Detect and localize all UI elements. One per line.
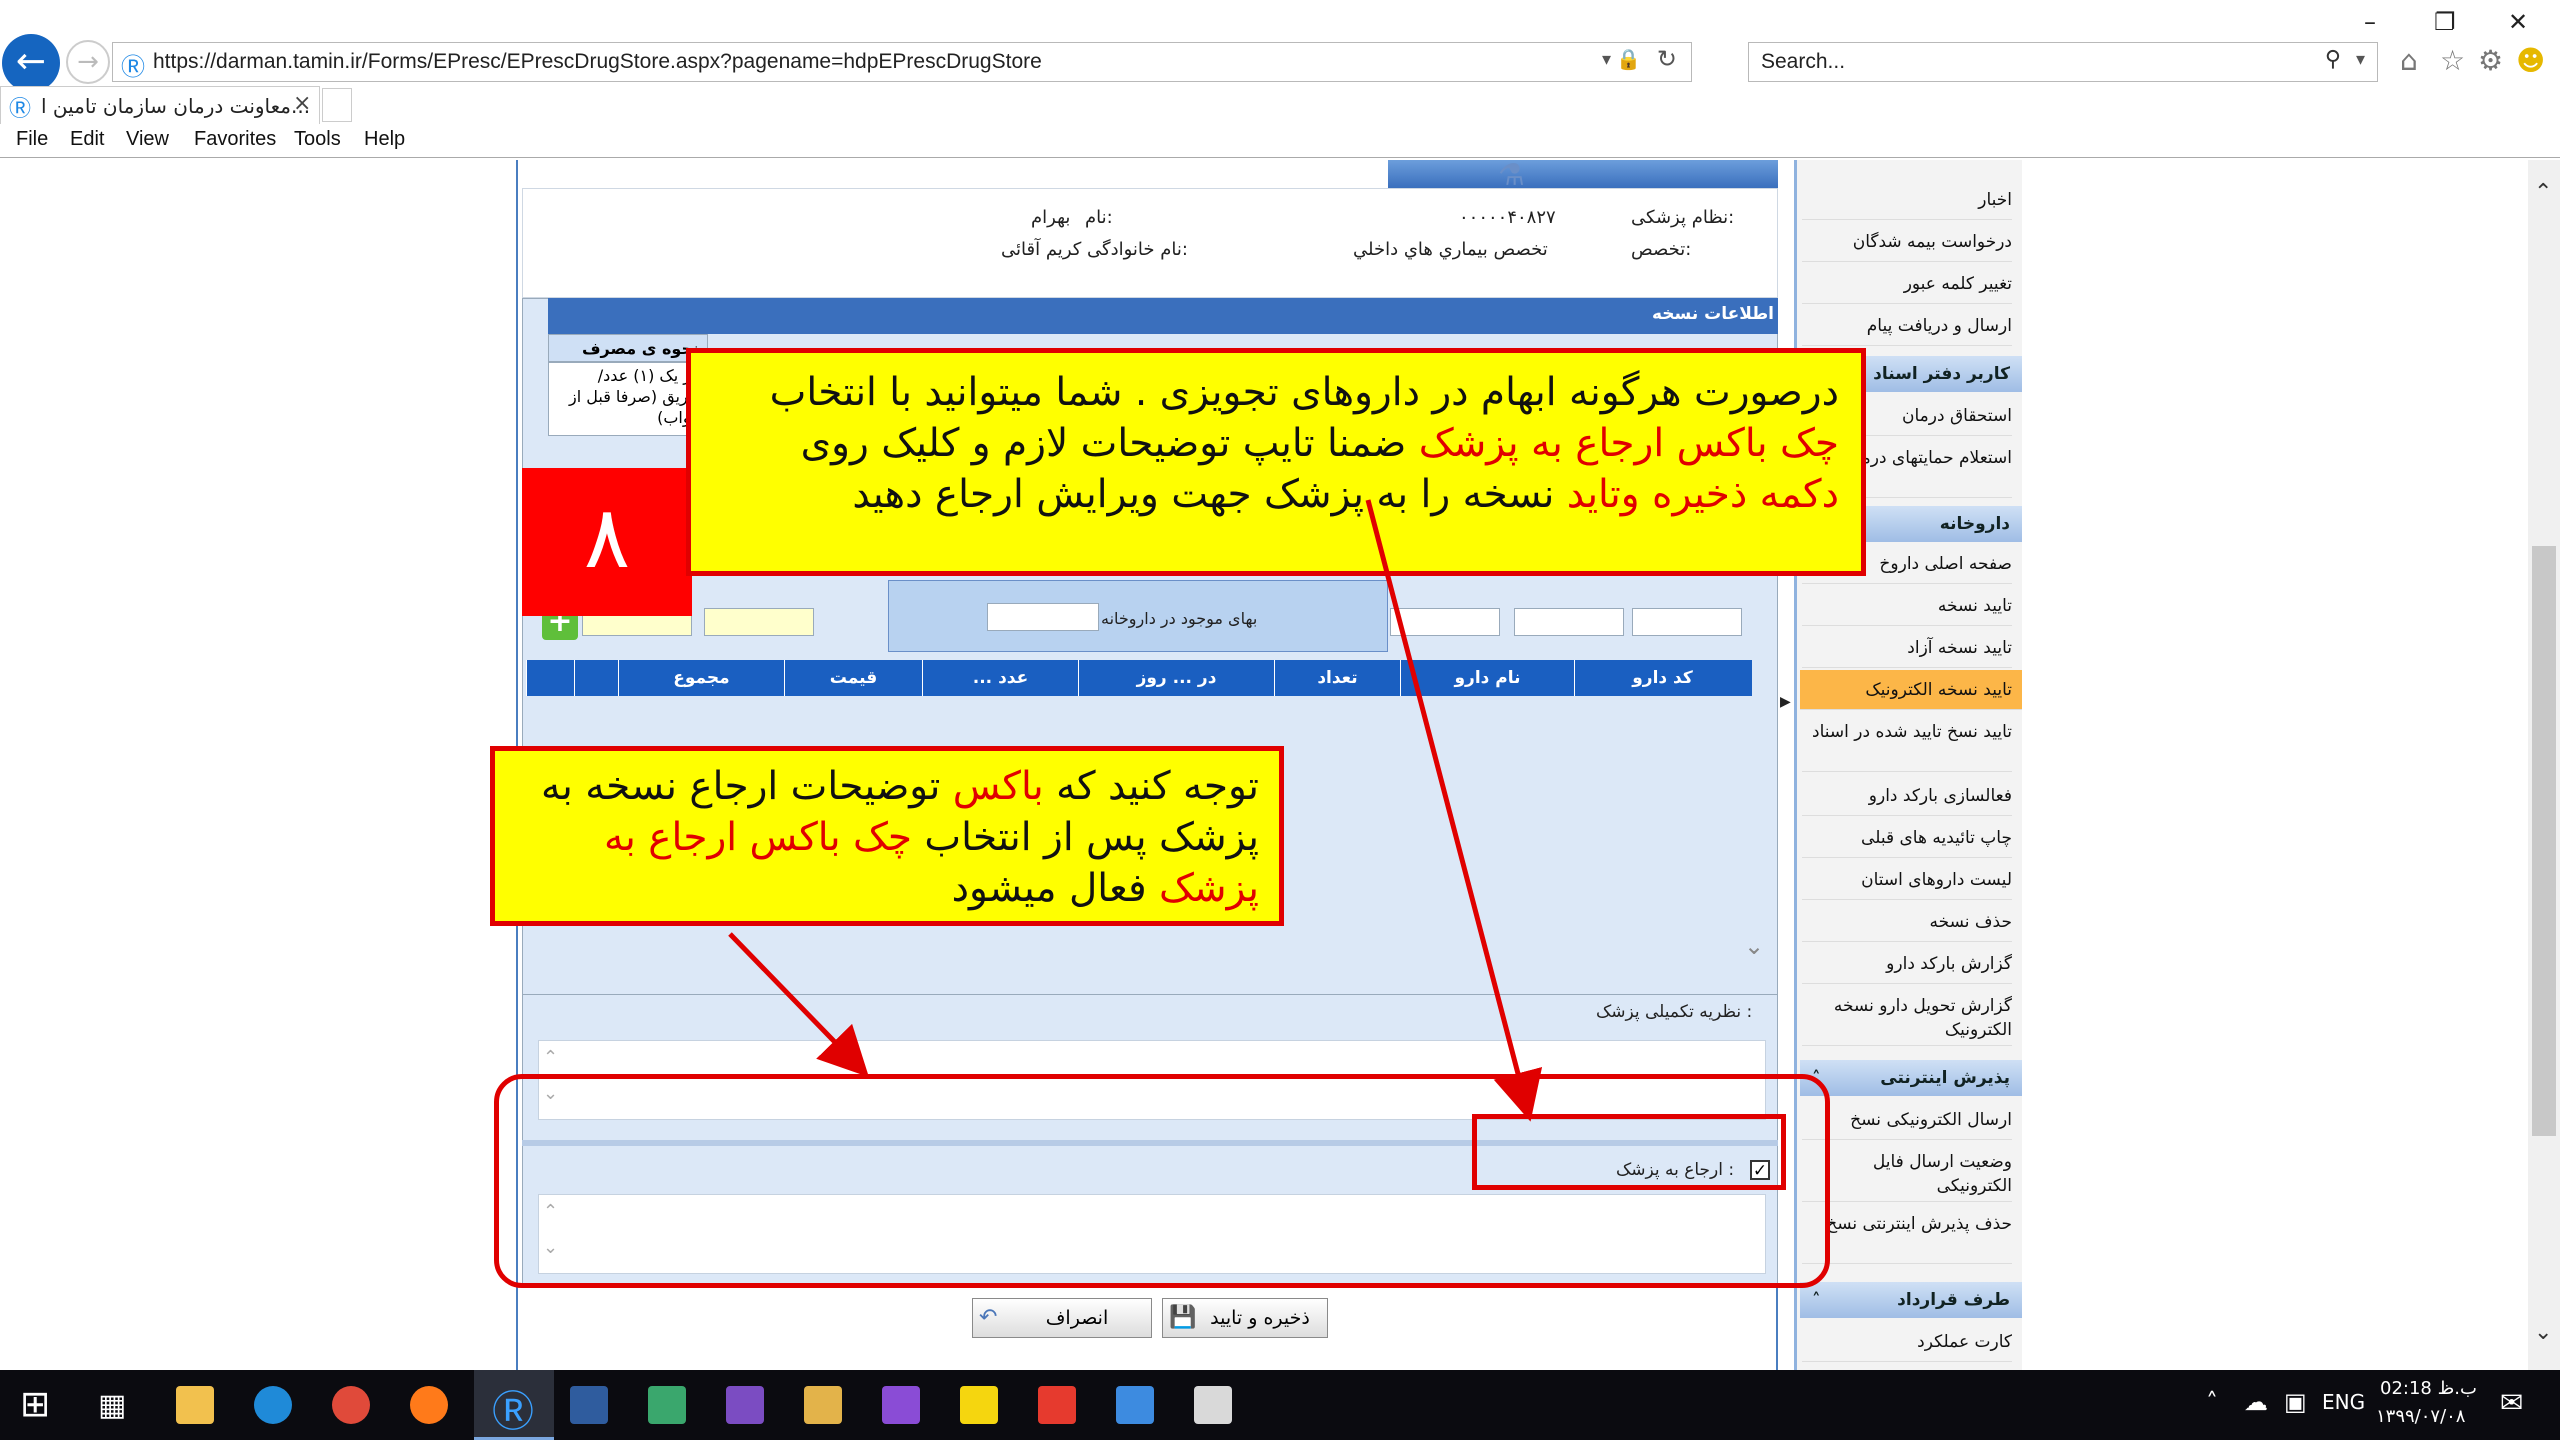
people-icon[interactable] [1116,1386,1154,1424]
edge-icon[interactable] [254,1386,292,1424]
notifications-icon[interactable]: ✉ [2500,1386,2523,1419]
vs-code-icon[interactable] [882,1386,920,1424]
clock-time[interactable]: 02:18 ب.ظ [2380,1378,2477,1399]
annotation-arrows [728,499,1543,1122]
tray-chevron-icon[interactable]: ˄ [2206,1388,2218,1416]
calculator-icon[interactable] [1194,1386,1232,1424]
windows-taskbar: ⊞ ▦ Ⓡ ˄ ☁ ▣ ENG 02:18 ب.ظ ۱۳۹۹/۰۷/۰۸ ✉ [0,1370,2560,1440]
chrome-icon[interactable] [332,1386,370,1424]
clock-date[interactable]: ۱۳۹۹/۰۷/۰۸ [2376,1406,2465,1427]
firefox-icon[interactable] [410,1386,448,1424]
mail-icon[interactable] [804,1386,842,1424]
file-explorer-icon[interactable] [176,1386,214,1424]
ie-taskbar-active[interactable]: Ⓡ [474,1370,554,1440]
task-view-icon[interactable]: ▦ [98,1388,126,1423]
sticky-notes-icon[interactable] [960,1386,998,1424]
ie-icon: Ⓡ [492,1387,535,1436]
app-m-icon[interactable] [570,1386,608,1424]
anydesk-icon[interactable] [1038,1386,1076,1424]
arrow-to-textarea [728,932,869,1078]
network-icon[interactable]: ☁ [2244,1388,2268,1416]
tray-display-icon[interactable]: ▣ [2284,1388,2307,1416]
start-windows-icon[interactable]: ⊞ [20,1384,50,1425]
app-puzzle-icon[interactable] [648,1386,686,1424]
language-indicator[interactable]: ENG [2322,1390,2365,1414]
arrow-to-checkbox [1365,499,1543,1122]
visual-studio-icon[interactable] [726,1386,764,1424]
